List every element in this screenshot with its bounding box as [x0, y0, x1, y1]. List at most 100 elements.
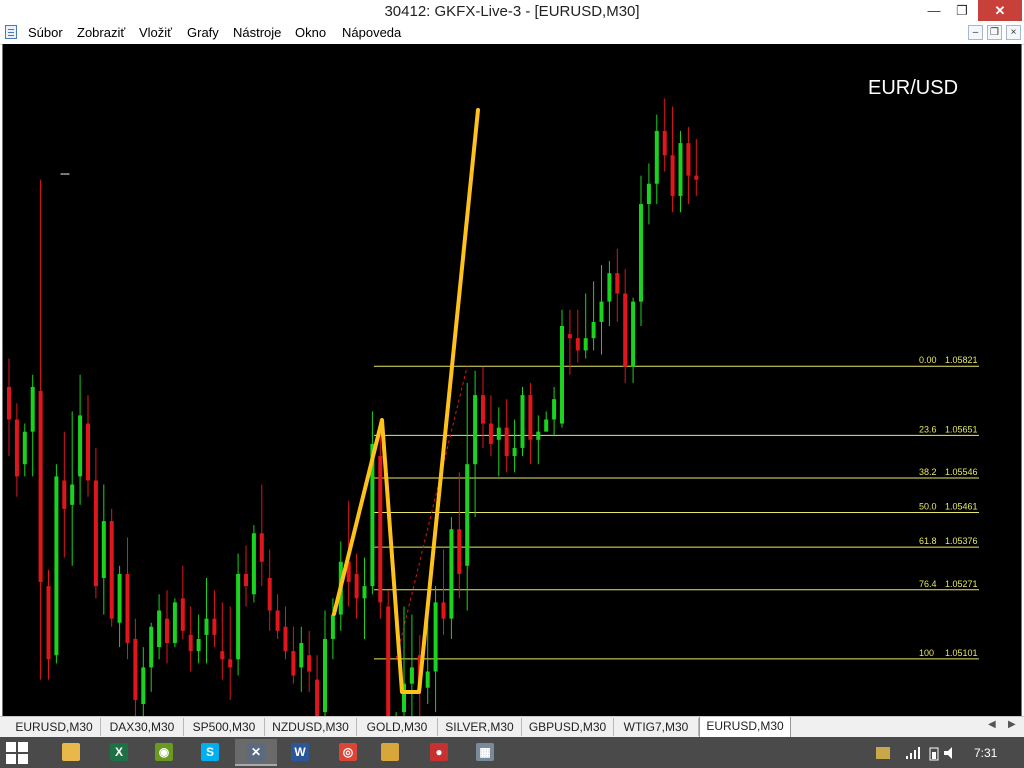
- symbol-label: EUR/USD: [868, 77, 959, 99]
- menu-charts[interactable]: Grafy: [187, 25, 219, 40]
- candle-body: [599, 301, 604, 322]
- menu-help[interactable]: Nápoveda: [342, 25, 401, 40]
- zigzag-drawing: [332, 108, 480, 694]
- taskbar-app-0[interactable]: [50, 739, 92, 766]
- chrome-green-icon: ◉: [155, 743, 173, 761]
- child-minimize-button[interactable]: –: [968, 25, 983, 40]
- price-chart[interactable]: 0.00 1.05821 23.6 1.05651 38.2 1.05546 50.0 1.0…: [3, 44, 1021, 716]
- candle-body: [307, 655, 312, 672]
- candle-body: [433, 602, 438, 672]
- child-restore-button[interactable]: ❐: [987, 25, 1002, 40]
- menu-file[interactable]: Súbor: [28, 25, 63, 40]
- tab-gold-m30[interactable]: GOLD,M30: [357, 718, 438, 736]
- candle-body: [7, 386, 11, 420]
- taskbar-app-7[interactable]: [369, 739, 411, 766]
- taskbar-app-6[interactable]: ◎: [327, 739, 369, 766]
- candle-body: [251, 533, 256, 595]
- taskbar-app-3[interactable]: S: [189, 739, 231, 766]
- candle-body: [686, 143, 691, 176]
- candle-body: [378, 456, 383, 603]
- tray-signal-icon[interactable]: [906, 747, 920, 759]
- document-icon[interactable]: [5, 25, 17, 39]
- candle-body: [133, 638, 138, 700]
- fib-level-price: 1.05271: [945, 579, 978, 589]
- candle-body: [330, 614, 335, 639]
- fib-level-price: 1.05546: [945, 467, 978, 477]
- fib-level-price: 1.05461: [945, 502, 978, 512]
- close-button[interactable]: ✕: [978, 0, 1022, 21]
- menu-tools[interactable]: Nástroje: [233, 25, 281, 40]
- menu-window[interactable]: Okno: [295, 25, 326, 40]
- candle-body: [631, 301, 636, 367]
- candle-body: [323, 638, 327, 713]
- candle-body: [141, 667, 146, 704]
- candle-body: [465, 464, 470, 566]
- tab-nzdusd-m30[interactable]: NZDUSD,M30: [265, 718, 357, 736]
- explorer-folder-icon: [381, 743, 399, 761]
- candle-body: [14, 419, 19, 477]
- tab-sp500-m30[interactable]: SP500,M30: [184, 718, 265, 736]
- file-explorer-icon: [62, 743, 80, 761]
- metatrader-icon: ✕: [247, 743, 265, 761]
- candle-body: [560, 326, 564, 424]
- tab-scroll-left-icon[interactable]: ◀: [988, 719, 996, 730]
- candle-body: [567, 334, 572, 339]
- tray-battery-icon[interactable]: [929, 747, 943, 761]
- title-bar: 30412: GKFX-Live-3 - [EURUSD,M30] — ❐ ✕: [0, 0, 1024, 22]
- candle-body: [473, 395, 478, 465]
- candle-body: [583, 338, 588, 351]
- candle-body: [54, 476, 59, 656]
- candle-body: [654, 130, 659, 184]
- taskbar-app-9[interactable]: ▦: [464, 739, 506, 766]
- word-icon: W: [291, 743, 309, 761]
- windows-start-icon[interactable]: [6, 742, 28, 764]
- tab-scroll-right-icon[interactable]: ▶: [1008, 719, 1016, 730]
- candle-body: [70, 484, 75, 505]
- tab-wtig7-m30[interactable]: WTIG7,M30: [614, 718, 699, 736]
- fib-level-label: 23.6: [919, 424, 937, 434]
- child-close-button[interactable]: ×: [1006, 25, 1021, 40]
- candle-body: [283, 626, 288, 652]
- candle-body: [30, 386, 35, 432]
- skype-icon: S: [201, 743, 219, 761]
- minimize-button[interactable]: —: [921, 0, 947, 21]
- taskbar-clock[interactable]: 7:31: [974, 746, 997, 760]
- candle-body: [536, 431, 541, 440]
- taskbar-app-1[interactable]: X: [98, 739, 140, 766]
- candle-body: [196, 638, 201, 652]
- menu-view[interactable]: Zobraziť: [77, 25, 125, 40]
- tab-silver-m30[interactable]: SILVER,M30: [438, 718, 522, 736]
- candle-body: [101, 521, 106, 578]
- candle-body: [639, 204, 643, 302]
- window-title: 30412: GKFX-Live-3 - [EURUSD,M30]: [384, 3, 640, 20]
- taskbar: X ◉ S ✕ W ◎ ● ▦ 7:31: [0, 737, 1024, 768]
- candle-body: [149, 626, 154, 668]
- chart-window[interactable]: 0.00 1.05821 23.6 1.05651 38.2 1.05546 50.0 1.0…: [2, 44, 1022, 716]
- menu-bar: Súbor Zobraziť Vložiť Grafy Nástroje Okn…: [0, 22, 1024, 45]
- chrome-icon: ◎: [339, 743, 357, 761]
- candle-body: [78, 415, 83, 477]
- fib-level-label: 0.00: [919, 355, 937, 365]
- tab-gbpusd-m30[interactable]: GBPUSD,M30: [522, 718, 614, 736]
- tray-network-share-icon[interactable]: [876, 747, 890, 759]
- fib-level-price: 1.05821: [945, 355, 978, 365]
- fib-level-label: 61.8: [919, 536, 937, 546]
- candle-body: [38, 391, 43, 583]
- chart-tab-bar: EURUSD,M30 DAX30,M30 SP500,M30 NZDUSD,M3…: [0, 716, 1024, 738]
- taskbar-app-5[interactable]: W: [279, 739, 321, 766]
- menu-insert[interactable]: Vložiť: [139, 25, 172, 40]
- candle-body: [646, 183, 651, 205]
- tab-dax30-m30[interactable]: DAX30,M30: [101, 718, 184, 736]
- taskbar-app-4[interactable]: ✕: [235, 739, 277, 766]
- calculator-icon: ▦: [476, 743, 494, 761]
- maximize-button[interactable]: ❐: [949, 0, 975, 21]
- candle-body: [441, 602, 446, 619]
- tray-volume-icon[interactable]: [944, 747, 958, 759]
- candle-body: [291, 651, 296, 676]
- fib-level-label: 76.4: [919, 579, 937, 589]
- tab-eurusd-m30[interactable]: EURUSD,M30: [8, 718, 101, 736]
- excel-icon: X: [110, 743, 128, 761]
- tab-eurusd-m30-active[interactable]: EURUSD,M30: [699, 717, 791, 738]
- taskbar-app-2[interactable]: ◉: [143, 739, 185, 766]
- taskbar-app-8[interactable]: ●: [418, 739, 460, 766]
